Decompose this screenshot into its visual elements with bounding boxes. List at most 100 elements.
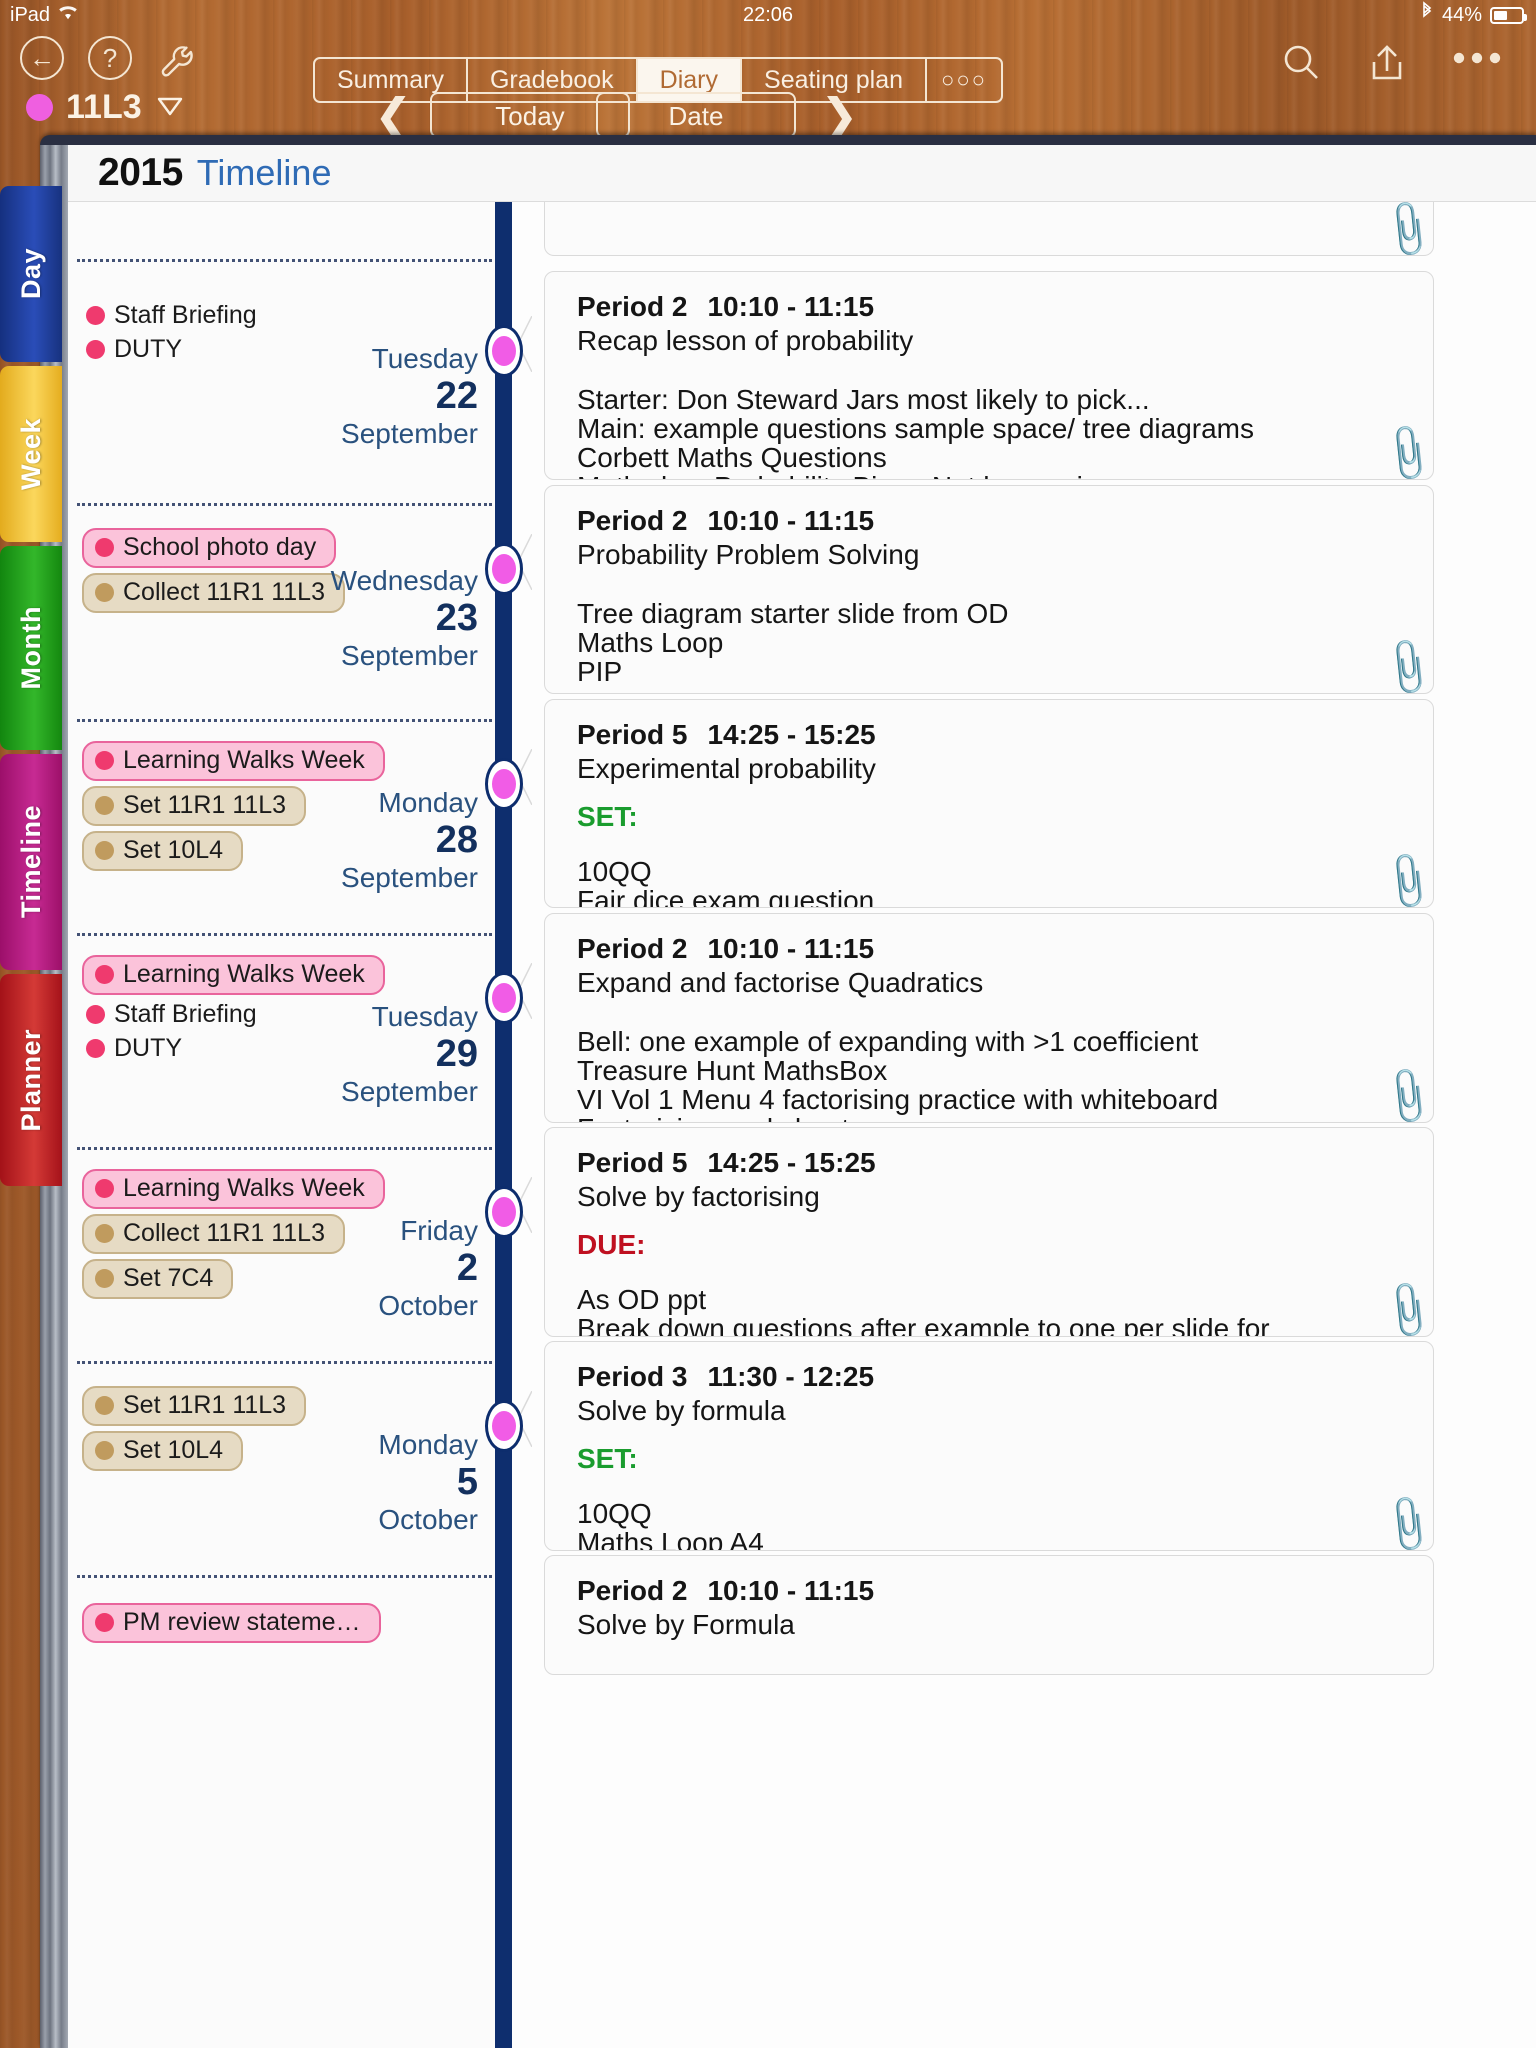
day-of-week: Monday bbox=[378, 787, 478, 818]
list-item-label: Staff Briefing bbox=[114, 301, 257, 329]
back-arrow-icon: ← bbox=[20, 36, 64, 80]
diary-entry-card[interactable]: 📎 bbox=[544, 202, 1434, 256]
diary-entry-card[interactable]: Period 2 10:10 - 11:15 Probability Proble… bbox=[544, 485, 1434, 694]
event-color-dot bbox=[86, 1039, 105, 1058]
timeline-marker[interactable] bbox=[485, 972, 523, 1024]
list-item[interactable]: Staff Briefing bbox=[82, 1000, 257, 1029]
diary-entry-card[interactable]: Period 5 14:25 - 15:25 Experimental proba… bbox=[544, 699, 1434, 908]
diary-entry-card[interactable]: Period 3 11:30 - 12:25 Solve by formula S… bbox=[544, 1341, 1434, 1551]
sidebar-item-month[interactable]: Month bbox=[0, 546, 62, 750]
list-item-label: Set 11R1 11L3 bbox=[123, 1391, 287, 1419]
event-color-dot bbox=[95, 1396, 114, 1415]
diary-entry-card[interactable]: Period 2 10:10 - 11:15 Expand and factori… bbox=[544, 913, 1434, 1123]
diary-entry-card[interactable]: Period 2 10:10 - 11:15 Recap lesson of pr… bbox=[544, 271, 1434, 480]
entry-line: Treasure Hunt MathsBox bbox=[577, 1055, 888, 1087]
event-color-dot bbox=[95, 841, 114, 860]
date-button[interactable]: Date bbox=[596, 92, 796, 138]
list-item[interactable]: PM review stateme… bbox=[82, 1603, 381, 1643]
paperclip-icon: 📎 bbox=[1375, 202, 1434, 256]
primary-toolbar: ← ? Summary Gradebook Diary Seating plan… bbox=[0, 28, 1536, 103]
day-month: September bbox=[341, 418, 478, 450]
class-name-label: 11L3 bbox=[66, 88, 142, 126]
event-color-dot bbox=[95, 965, 114, 984]
entry-status-label: SET: bbox=[577, 801, 638, 832]
list-item-label: Set 7C4 bbox=[123, 1264, 214, 1292]
list-item[interactable]: Collect 11R1 11L3 bbox=[82, 573, 345, 613]
app-root: iPad 22:06 44% ← ? Summary Gradebook Dia… bbox=[0, 0, 1536, 2048]
more-options-button[interactable] bbox=[1452, 50, 1502, 71]
list-item[interactable]: Set 10L4 bbox=[82, 1431, 244, 1471]
day-of-week: Monday bbox=[378, 1429, 478, 1460]
list-item-label: Collect 11R1 11L3 bbox=[123, 578, 325, 606]
timeline-marker[interactable] bbox=[485, 758, 523, 810]
day-row[interactable]: Learning Walks Week Set 11R1 11L3 Set 10… bbox=[68, 719, 498, 934]
list-item[interactable]: School photo day bbox=[82, 528, 337, 568]
day-row[interactable]: PM review stateme… bbox=[68, 1575, 498, 1665]
event-color-dot bbox=[95, 1179, 114, 1198]
timeline-marker[interactable] bbox=[485, 325, 523, 377]
entry-line: Maths Loop A4 bbox=[577, 1527, 764, 1551]
previous-button[interactable]: ❮ bbox=[374, 88, 413, 142]
sidebar-item-timeline-label: Timeline bbox=[15, 805, 46, 919]
back-button[interactable]: ← bbox=[20, 36, 64, 80]
day-tags: Learning Walks Week Set 11R1 11L3 Set 10… bbox=[82, 741, 385, 871]
entry-line: Factorising worksheet bbox=[577, 1114, 1407, 1122]
help-button[interactable]: ? bbox=[88, 36, 132, 80]
sidebar-item-day[interactable]: Day bbox=[0, 186, 62, 362]
entry-line: VI Vol 1 Menu 4 factorising practice wit… bbox=[577, 1084, 1219, 1116]
sidebar-item-timeline[interactable]: Timeline bbox=[0, 754, 62, 970]
day-row[interactable]: School photo day Collect 11R1 11L3 Wedne… bbox=[68, 503, 498, 714]
list-item-label: DUTY bbox=[114, 1034, 183, 1062]
day-month: September bbox=[341, 640, 478, 672]
list-item[interactable]: DUTY bbox=[82, 1034, 182, 1063]
next-button[interactable]: ❯ bbox=[820, 88, 859, 142]
entry-title: Recap lesson of probability bbox=[577, 325, 914, 356]
list-item[interactable]: Set 7C4 bbox=[82, 1259, 234, 1299]
date-navigation: ❮ Today Date ❯ bbox=[374, 84, 1070, 142]
day-row[interactable]: Set 11R1 11L3 Set 10L4 Monday 5 October bbox=[68, 1361, 498, 1576]
list-item[interactable]: Set 11R1 11L3 bbox=[82, 786, 307, 826]
entry-line: 10QQ bbox=[577, 856, 652, 887]
entry-title: Probability Problem Solving bbox=[577, 539, 920, 570]
timeline-body[interactable]: Staff Briefing DUTY Tuesday 22 September bbox=[68, 202, 1536, 2048]
day-row[interactable]: Learning Walks Week Collect 11R1 11L3 Se… bbox=[68, 1147, 498, 1362]
diary-entry-card[interactable]: Period 2 10:10 - 11:15 Solve by Formula bbox=[544, 1555, 1434, 1675]
entry-period: Period 5 bbox=[577, 1147, 688, 1178]
entry-line: Main: example questions sample space/ tr… bbox=[577, 413, 1255, 445]
timeline-marker[interactable] bbox=[485, 543, 523, 595]
list-item-label: Set 11R1 11L3 bbox=[123, 791, 287, 819]
list-item[interactable]: DUTY bbox=[82, 335, 182, 364]
timeline-marker[interactable] bbox=[485, 1400, 523, 1452]
list-item-label: Set 10L4 bbox=[123, 1436, 224, 1464]
entry-line: 10QQ bbox=[577, 1498, 652, 1529]
list-item[interactable]: Set 11R1 11L3 bbox=[82, 1386, 307, 1426]
sidebar-item-planner[interactable]: Planner bbox=[0, 974, 62, 1186]
status-bar-time: 22:06 bbox=[742, 4, 794, 26]
entry-header: Period 5 14:25 - 15:25 bbox=[577, 1147, 1407, 1179]
event-color-dot bbox=[86, 306, 105, 325]
list-item[interactable]: Collect 11R1 11L3 bbox=[82, 1214, 345, 1254]
list-item[interactable]: Learning Walks Week bbox=[82, 741, 385, 781]
entry-line: Corbett Maths Questions bbox=[577, 442, 887, 474]
event-color-dot bbox=[95, 583, 114, 602]
event-color-dot bbox=[95, 796, 114, 815]
list-item[interactable]: Learning Walks Week bbox=[82, 1169, 385, 1209]
day-row[interactable]: Learning Walks Week Staff Briefing DUTY … bbox=[68, 933, 498, 1148]
list-item[interactable]: Set 10L4 bbox=[82, 831, 244, 871]
diary-entry-card[interactable]: Period 5 14:25 - 15:25 Solve by factorisi… bbox=[544, 1127, 1434, 1337]
status-bar-right: 44% bbox=[1420, 0, 1527, 30]
day-row[interactable]: Staff Briefing DUTY Tuesday 22 September bbox=[68, 259, 498, 449]
day-of-week: Tuesday bbox=[371, 343, 478, 374]
timeline-marker[interactable] bbox=[485, 1186, 523, 1238]
class-selector[interactable]: 11L3 bbox=[26, 88, 185, 127]
bluetooth-icon bbox=[1420, 0, 1434, 30]
day-date: Wednesday 23 September bbox=[331, 565, 478, 672]
entry-period: Period 2 bbox=[577, 291, 688, 322]
entry-period: Period 5 bbox=[577, 719, 688, 750]
day-tags: Set 11R1 11L3 Set 10L4 bbox=[82, 1386, 307, 1471]
list-item[interactable]: Staff Briefing bbox=[82, 301, 257, 330]
entry-status-label: DUE: bbox=[577, 1229, 646, 1260]
list-item[interactable]: Learning Walks Week bbox=[82, 955, 385, 995]
sidebar-item-week[interactable]: Week bbox=[0, 366, 62, 542]
page-title-view: Timeline bbox=[196, 152, 332, 193]
